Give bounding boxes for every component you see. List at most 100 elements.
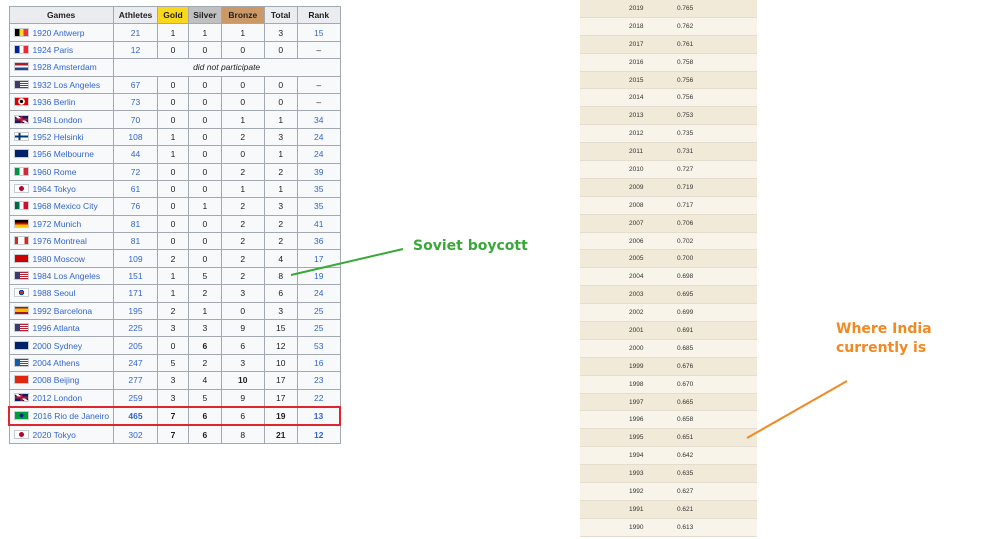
athletes-cell[interactable]: 73 xyxy=(112,92,159,112)
header-rank[interactable]: Rank xyxy=(296,5,341,25)
rank-cell[interactable]: 12 xyxy=(296,424,341,444)
games-link[interactable]: 2000 Sydney xyxy=(33,341,83,351)
games-link[interactable]: 1980 Moscow xyxy=(33,254,85,264)
athletes-cell[interactable]: 259 xyxy=(112,388,159,408)
athletes-cell[interactable]: 302 xyxy=(112,424,159,444)
games-cell: 1928 Amsterdam xyxy=(8,58,114,77)
hdi-year-cell: 1995 xyxy=(580,428,677,448)
athletes-cell[interactable]: 109 xyxy=(112,249,159,268)
games-link[interactable]: 1920 Antwerp xyxy=(33,28,85,38)
silver-cell: 0 xyxy=(187,249,223,268)
gold-cell: 0 xyxy=(157,336,189,355)
games-link[interactable]: 1956 Melbourne xyxy=(33,149,94,159)
hdi-row: 2012 0.735 xyxy=(580,124,757,144)
gold-cell: 1 xyxy=(157,127,189,147)
total-cell: 17 xyxy=(263,388,298,408)
rank-cell[interactable]: 13 xyxy=(296,405,341,427)
rank-cell[interactable]: 23 xyxy=(296,371,341,390)
athletes-cell[interactable]: 171 xyxy=(112,284,159,303)
header-total[interactable]: Total xyxy=(263,5,298,25)
bronze-cell: 3 xyxy=(221,353,265,373)
header-gold[interactable]: Gold xyxy=(157,5,189,25)
games-link[interactable]: 1972 Munich xyxy=(33,219,82,229)
rank-cell[interactable]: 41 xyxy=(296,214,341,234)
games-link[interactable]: 1960 Rome xyxy=(33,167,77,177)
athletes-cell[interactable]: 151 xyxy=(112,266,159,286)
greece-flag-icon xyxy=(13,358,29,367)
rank-cell[interactable]: 35 xyxy=(296,179,341,199)
hdi-value-cell: 0.691 xyxy=(677,321,757,340)
athletes-cell[interactable]: 195 xyxy=(112,301,159,321)
rank-cell[interactable]: 15 xyxy=(296,23,341,42)
rank-cell[interactable]: 36 xyxy=(296,232,341,251)
athletes-cell[interactable]: 44 xyxy=(112,145,159,164)
athletes-cell[interactable]: 225 xyxy=(112,319,159,338)
total-cell: 3 xyxy=(263,301,298,321)
hdi-year-cell: 2017 xyxy=(580,35,677,54)
games-link[interactable]: 1976 Montreal xyxy=(33,236,87,246)
rank-cell[interactable]: 34 xyxy=(296,110,341,129)
games-link[interactable]: 1948 London xyxy=(33,115,83,125)
games-link[interactable]: 2004 Athens xyxy=(33,358,80,368)
athletes-cell[interactable]: 72 xyxy=(112,162,159,181)
rank-cell[interactable]: 16 xyxy=(296,353,341,373)
rank-cell[interactable]: 25 xyxy=(296,319,341,338)
games-link[interactable]: 2020 Tokyo xyxy=(33,430,76,440)
games-link[interactable]: 1964 Tokyo xyxy=(33,184,76,194)
rank-cell[interactable]: 39 xyxy=(296,162,341,181)
rank-cell[interactable]: 22 xyxy=(296,388,341,408)
rank-cell[interactable]: 35 xyxy=(296,197,341,216)
athletes-cell[interactable]: 70 xyxy=(112,110,159,129)
athletes-cell[interactable]: 67 xyxy=(112,75,159,94)
silver-cell: 1 xyxy=(187,301,223,321)
athletes-cell[interactable]: 247 xyxy=(112,353,159,373)
hdi-row: 2001 0.691 xyxy=(580,321,757,340)
hdi-value-cell: 0.761 xyxy=(677,35,757,54)
gold-cell: 3 xyxy=(157,371,189,390)
athletes-cell[interactable]: 76 xyxy=(112,197,159,216)
games-link[interactable]: 1992 Barcelona xyxy=(33,306,93,316)
rank-cell[interactable]: 24 xyxy=(296,145,341,164)
rank-cell[interactable]: 24 xyxy=(296,284,341,303)
games-link[interactable]: 1928 Amsterdam xyxy=(33,62,97,72)
games-link[interactable]: 2012 London xyxy=(33,393,83,403)
athletes-cell[interactable]: 81 xyxy=(112,232,159,251)
header-bronze[interactable]: Bronze xyxy=(221,5,265,25)
athletes-cell[interactable]: 12 xyxy=(112,40,159,60)
hdi-row: 2009 0.719 xyxy=(580,178,757,197)
games-link[interactable]: 1968 Mexico City xyxy=(33,201,98,211)
games-link[interactable]: 2008 Beijing xyxy=(33,375,80,385)
bronze-cell: 2 xyxy=(221,127,265,147)
france-flag-icon xyxy=(13,44,29,54)
athletes-cell[interactable]: 465 xyxy=(112,405,159,427)
hdi-year-cell: 2003 xyxy=(580,285,677,305)
header-silver[interactable]: Silver xyxy=(187,5,223,25)
rank-cell[interactable]: 19 xyxy=(296,266,341,286)
athletes-cell[interactable]: 205 xyxy=(112,336,159,355)
games-link[interactable]: 1988 Seoul xyxy=(33,288,76,298)
games-link[interactable]: 2016 Rio de Janeiro xyxy=(33,411,109,421)
athletes-cell[interactable]: 61 xyxy=(112,179,159,199)
rank-cell[interactable]: 24 xyxy=(296,127,341,147)
rank-cell[interactable]: 53 xyxy=(296,336,341,355)
games-link[interactable]: 1996 Atlanta xyxy=(33,323,80,333)
rank-cell[interactable]: 25 xyxy=(296,301,341,321)
athletes-cell[interactable]: 277 xyxy=(112,371,159,390)
hdi-value-cell: 0.702 xyxy=(677,232,757,251)
games-link[interactable]: 1936 Berlin xyxy=(33,97,76,107)
bronze-cell: 2 xyxy=(221,232,265,251)
games-link[interactable]: 1932 Los Angeles xyxy=(33,80,101,90)
athletes-cell[interactable]: 81 xyxy=(112,214,159,234)
header-athletes[interactable]: Athletes xyxy=(112,5,159,25)
games-link[interactable]: 1952 Helsinki xyxy=(33,132,84,142)
west-germany-flag-icon xyxy=(13,218,29,228)
netherlands-flag-icon xyxy=(13,62,29,72)
games-link[interactable]: 1984 Los Angeles xyxy=(33,271,101,281)
athletes-cell[interactable]: 108 xyxy=(112,127,159,147)
header-games[interactable]: Games xyxy=(8,5,114,25)
games-link[interactable]: 1924 Paris xyxy=(33,45,74,55)
rank-cell[interactable]: 17 xyxy=(296,249,341,268)
gold-cell: 0 xyxy=(157,179,189,199)
athletes-cell[interactable]: 21 xyxy=(112,23,159,42)
silver-cell: 3 xyxy=(187,319,223,338)
